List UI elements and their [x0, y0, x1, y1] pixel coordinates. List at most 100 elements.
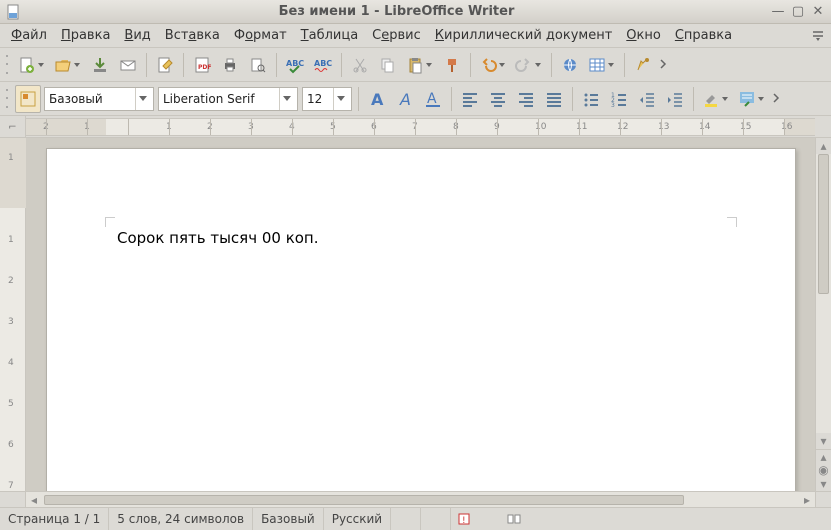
align-justify-button[interactable] — [541, 85, 567, 113]
document-area: 11234567 Сорок пять тысяч 00 коп. ▴ ▾ ▴ … — [0, 138, 831, 491]
separator — [358, 87, 359, 111]
scroll-up-icon[interactable]: ▴ — [816, 138, 831, 154]
document-scroll-view[interactable]: Сорок пять тысяч 00 коп. — [26, 138, 815, 491]
menu-bar: Файл Правка Вид Вставка Формат Таблица С… — [0, 24, 831, 48]
edit-mode-button[interactable] — [152, 51, 178, 79]
title-bar: Без имени 1 - LibreOffice Writer — ▢ ✕ — [0, 0, 831, 24]
separator — [276, 53, 277, 77]
horizontal-scrollbar[interactable]: ◂ ▸ — [26, 492, 815, 507]
modified-icon[interactable]: ! — [455, 510, 473, 528]
status-word-count[interactable]: 5 слов, 24 символов — [109, 508, 253, 530]
menu-window[interactable]: Окно — [619, 25, 668, 47]
minimize-button[interactable]: — — [771, 5, 785, 19]
menu-cyrillic-doc[interactable]: Кириллический документ — [428, 25, 620, 47]
scroll-left-icon[interactable]: ◂ — [26, 492, 42, 508]
horizontal-ruler[interactable]: 21123456789101112131415161718 — [26, 118, 815, 136]
clone-format-button[interactable] — [439, 51, 465, 79]
increase-indent-button[interactable] — [662, 85, 688, 113]
bold-button[interactable]: A — [364, 85, 390, 113]
redo-button[interactable] — [512, 51, 546, 79]
menu-tools[interactable]: Сервис — [365, 25, 428, 47]
nav-next-icon[interactable]: ▾ — [816, 477, 831, 491]
toolbar-more-icon[interactable] — [658, 51, 670, 79]
book-view-icon[interactable] — [505, 510, 523, 528]
cut-button[interactable] — [347, 51, 373, 79]
document-page[interactable]: Сорок пять тысяч 00 коп. — [46, 148, 796, 491]
vertical-ruler[interactable]: 11234567 — [0, 138, 26, 491]
font-name-combo[interactable]: Liberation Serif — [158, 87, 298, 111]
paragraph-style-combo[interactable]: Базовый — [44, 87, 154, 111]
nav-target-icon[interactable]: ◉ — [816, 463, 831, 477]
export-pdf-button[interactable]: PDF — [189, 51, 215, 79]
status-signature[interactable] — [477, 508, 501, 530]
font-size-value: 12 — [307, 92, 330, 106]
status-insert-mode[interactable] — [391, 508, 421, 530]
close-button[interactable]: ✕ — [811, 5, 825, 19]
vertical-scrollbar[interactable]: ▴ ▾ ▴ ◉ ▾ — [815, 138, 831, 491]
save-button[interactable] — [87, 51, 113, 79]
ruler-corner: ⌐ — [0, 116, 26, 138]
chevron-down-icon[interactable] — [135, 88, 149, 110]
paragraph-bg-button[interactable] — [735, 85, 769, 113]
scroll-track[interactable] — [816, 154, 831, 433]
italic-button[interactable]: A — [392, 85, 418, 113]
scroll-down-icon[interactable]: ▾ — [816, 433, 831, 449]
undo-button[interactable] — [476, 51, 510, 79]
toolbar-chevrons-icon[interactable] — [809, 27, 827, 45]
menu-table[interactable]: Таблица — [294, 25, 366, 47]
status-selection-mode[interactable] — [421, 508, 451, 530]
bullet-list-button[interactable] — [578, 85, 604, 113]
menu-file[interactable]: Файл — [4, 25, 54, 47]
separator — [693, 87, 694, 111]
spellcheck-button[interactable]: ABC — [282, 51, 308, 79]
email-button[interactable] — [115, 51, 141, 79]
open-button[interactable] — [51, 51, 85, 79]
standard-toolbar: PDF ABC ABC — [0, 48, 831, 82]
app-icon — [6, 4, 22, 20]
chevron-down-icon[interactable] — [279, 88, 293, 110]
highlight-color-button[interactable] — [699, 85, 733, 113]
menu-help[interactable]: Справка — [668, 25, 739, 47]
copy-button[interactable] — [375, 51, 401, 79]
insert-table-button[interactable] — [585, 51, 619, 79]
status-page[interactable]: Страница 1 / 1 — [0, 508, 109, 530]
align-center-button[interactable] — [485, 85, 511, 113]
separator — [572, 87, 573, 111]
svg-text:3: 3 — [611, 102, 615, 108]
autospellcheck-button[interactable]: ABC — [310, 51, 336, 79]
maximize-button[interactable]: ▢ — [791, 5, 805, 19]
toolbar-more-icon[interactable] — [771, 85, 783, 113]
menu-insert[interactable]: Вставка — [158, 25, 227, 47]
svg-text:!: ! — [462, 516, 466, 526]
scroll-thumb[interactable] — [818, 154, 829, 294]
menu-edit[interactable]: Правка — [54, 25, 117, 47]
align-right-button[interactable] — [513, 85, 539, 113]
nav-prev-icon[interactable]: ▴ — [816, 449, 831, 463]
scroll-right-icon[interactable]: ▸ — [799, 492, 815, 508]
new-document-button[interactable] — [15, 51, 49, 79]
status-language[interactable]: Русский — [324, 508, 391, 530]
hyperlink-button[interactable] — [557, 51, 583, 79]
font-size-combo[interactable]: 12 — [302, 87, 352, 111]
toolbar-handle[interactable] — [4, 86, 10, 112]
menu-view[interactable]: Вид — [117, 25, 157, 47]
status-page-style[interactable]: Базовый — [253, 508, 324, 530]
styles-button[interactable] — [15, 85, 41, 113]
decrease-indent-button[interactable] — [634, 85, 660, 113]
align-left-button[interactable] — [457, 85, 483, 113]
underline-button[interactable]: A — [420, 85, 446, 113]
scroll-thumb[interactable] — [44, 495, 684, 505]
paste-button[interactable] — [403, 51, 437, 79]
print-preview-button[interactable] — [245, 51, 271, 79]
separator — [470, 53, 471, 77]
print-button[interactable] — [217, 51, 243, 79]
toolbar-handle[interactable] — [4, 52, 10, 78]
document-text[interactable]: Сорок пять тысяч 00 коп. — [117, 229, 725, 247]
menu-format[interactable]: Формат — [227, 25, 294, 47]
draw-functions-button[interactable] — [630, 51, 656, 79]
svg-text:A: A — [427, 91, 437, 107]
svg-text:ABC: ABC — [286, 59, 304, 68]
number-list-button[interactable]: 123 — [606, 85, 632, 113]
svg-text:PDF: PDF — [198, 64, 211, 71]
chevron-down-icon[interactable] — [333, 88, 347, 110]
